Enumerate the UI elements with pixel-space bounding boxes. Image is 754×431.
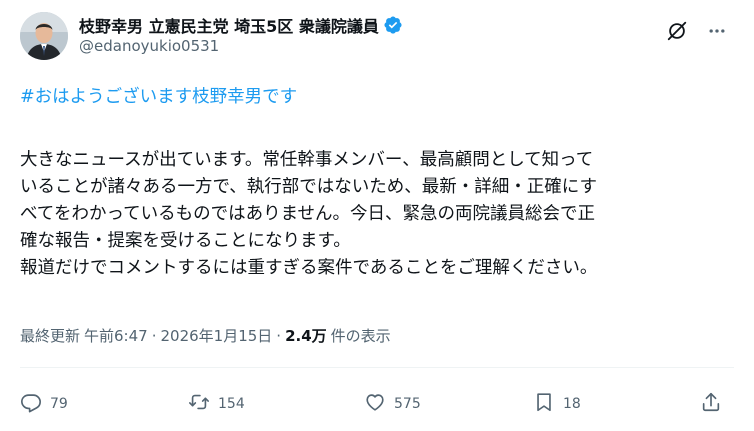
meta-separator: · bbox=[276, 326, 282, 345]
repost-icon bbox=[188, 391, 210, 417]
repost-button[interactable]: 154 bbox=[188, 386, 245, 422]
like-button[interactable]: 575 bbox=[364, 386, 421, 422]
reply-count: 79 bbox=[50, 396, 68, 412]
grok-icon[interactable] bbox=[660, 14, 694, 48]
post-text-line: べてをわかっているものではありません。今日、緊急の両院議員総会で正 bbox=[20, 204, 596, 224]
author-handle[interactable]: @edanoyukio0531 bbox=[79, 37, 403, 55]
reply-button[interactable]: 79 bbox=[20, 386, 68, 422]
hashtag-link[interactable]: #おはようございます枝野幸男です bbox=[20, 84, 732, 111]
view-count[interactable]: 2.4万 bbox=[285, 325, 327, 346]
bookmark-icon bbox=[533, 391, 555, 417]
post-text-line: 大きなニュースが出ています。常任幹事メンバー、最高顧問として知って bbox=[20, 150, 594, 170]
avatar[interactable] bbox=[20, 12, 68, 60]
post-header: 枝野幸男 立憲民主党 埼玉5区 衆議院議員 @edanoyukio0531 bbox=[20, 12, 734, 68]
post-body: #おはようございます枝野幸男です 大きなニュースが出ています。常任幹事メンバー、… bbox=[20, 84, 732, 282]
post-meta: 最終更新 午前6:47 · 2026年1月15日 · 2.4万 件の表示 bbox=[20, 325, 391, 346]
post-time[interactable]: 午前6:47 bbox=[84, 325, 148, 346]
share-button[interactable] bbox=[700, 386, 722, 422]
share-icon bbox=[700, 391, 722, 417]
reply-icon bbox=[20, 391, 42, 417]
verified-badge-icon bbox=[383, 15, 403, 35]
divider bbox=[20, 367, 734, 368]
repost-count: 154 bbox=[218, 396, 245, 412]
name-row: 枝野幸男 立憲民主党 埼玉5区 衆議院議員 bbox=[79, 14, 403, 36]
heart-icon bbox=[364, 391, 386, 417]
post: 枝野幸男 立憲民主党 埼玉5区 衆議院議員 @edanoyukio0531 #お… bbox=[0, 0, 754, 431]
post-date[interactable]: 2026年1月15日 bbox=[160, 325, 272, 346]
like-count: 575 bbox=[394, 396, 421, 412]
post-text-line: 確な報告・提案を受けることになります。 bbox=[20, 231, 351, 251]
display-name[interactable]: 枝野幸男 立憲民主党 埼玉5区 衆議院議員 bbox=[79, 13, 379, 37]
post-text-line: 報道だけでコメントするには重すぎる案件であることをご理解ください。 bbox=[20, 258, 598, 278]
view-label: 件の表示 bbox=[330, 327, 391, 345]
bookmark-button[interactable]: 18 bbox=[533, 386, 581, 422]
more-icon[interactable] bbox=[700, 14, 734, 48]
avatar-image bbox=[20, 12, 68, 60]
bookmark-count: 18 bbox=[563, 396, 581, 412]
post-text-line: いることが諸々ある一方で、執行部ではないため、最新・詳細・正確にす bbox=[20, 177, 597, 197]
updated-label: 最終更新 bbox=[20, 327, 81, 345]
author-names: 枝野幸男 立憲民主党 埼玉5区 衆議院議員 @edanoyukio0531 bbox=[79, 12, 403, 55]
meta-separator: · bbox=[151, 326, 157, 345]
action-bar: 79 154 575 18 bbox=[20, 386, 734, 422]
